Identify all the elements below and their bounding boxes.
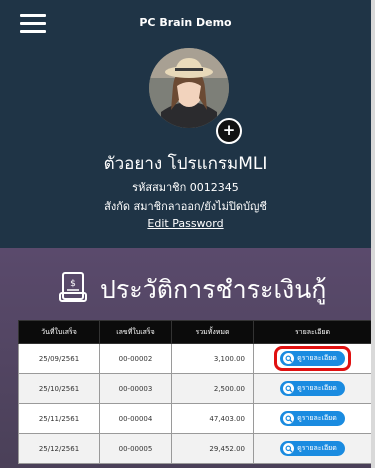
view-detail-label: ดูรายละเอียด <box>297 414 337 422</box>
table-row: 25/12/2561 00-00005 29,452.00 ดูรายละเอี… <box>18 433 371 464</box>
cell-receipt: 00-00002 <box>99 343 172 374</box>
view-detail-button[interactable]: ดูรายละเอียด <box>280 441 345 456</box>
table-header-row: วันที่ใบเสร็จ เลขที่ใบเสร็จ รวมทั้งหมด ร… <box>18 320 371 344</box>
app-title: PC Brain Demo <box>139 16 232 29</box>
highlight-box: ดูรายละเอียด <box>274 346 351 371</box>
payment-table: วันที่ใบเสร็จ เลขที่ใบเสร็จ รวมทั้งหมด ร… <box>18 320 371 464</box>
view-detail-label: ดูรายละเอียด <box>297 354 337 362</box>
search-icon <box>283 443 295 454</box>
col-header-total: รวมทั้งหมด <box>171 320 254 344</box>
cell-detail: ดูรายละเอียด <box>253 403 371 434</box>
profile-header: PC Brain Demo + ตัวอยาง โปรแกรมMLI รหัสส… <box>0 0 371 248</box>
cell-receipt: 00-00004 <box>99 403 172 434</box>
table-row: 25/10/2561 00-00003 2,500.00 ดูรายละเอีย… <box>18 373 371 404</box>
cell-detail: ดูรายละเอียด <box>253 343 371 374</box>
cell-date: 25/09/2561 <box>18 343 100 374</box>
col-header-date: วันที่ใบเสร็จ <box>18 320 100 344</box>
edit-password-link[interactable]: Edit Password <box>0 217 371 230</box>
cell-date: 25/12/2561 <box>18 433 100 464</box>
avatar <box>149 48 229 128</box>
table-row: 25/11/2561 00-00004 47,403.00 ดูรายละเอี… <box>18 403 371 434</box>
receipt-icon: $ <box>58 271 88 309</box>
cell-receipt: 00-00003 <box>99 373 172 404</box>
member-name: ตัวอยาง โปรแกรมMLI <box>103 154 268 174</box>
member-status: สังกัด สมาชิกลาออก/ยังไม่ปิดบัญชี <box>104 200 267 213</box>
member-code: รหัสสมาชิก 0012345 <box>132 181 239 194</box>
cell-total: 29,452.00 <box>171 433 254 464</box>
view-detail-button[interactable]: ดูรายละเอียด <box>280 411 345 426</box>
view-detail-label: ดูรายละเอียด <box>297 444 337 452</box>
cell-receipt: 00-00005 <box>99 433 172 464</box>
search-icon <box>283 383 295 394</box>
cell-total: 47,403.00 <box>171 403 254 434</box>
cell-total: 3,100.00 <box>171 343 254 374</box>
add-photo-button[interactable]: + <box>216 118 242 144</box>
view-detail-label: ดูรายละเอียด <box>297 384 337 392</box>
section-title: $ ประวัติการชำระเงินกู้ <box>58 270 326 310</box>
app-frame: PC Brain Demo + ตัวอยาง โปรแกรมMLI รหัสส… <box>0 0 375 468</box>
col-header-receipt: เลขที่ใบเสร็จ <box>99 320 172 344</box>
search-icon <box>283 413 295 424</box>
section-title-text: ประวัติการชำระเงินกู้ <box>100 275 327 304</box>
search-icon <box>283 353 295 364</box>
table-row: 25/09/2561 00-00002 3,100.00 ดูรายละเอีย… <box>18 343 371 374</box>
svg-text:$: $ <box>70 279 76 289</box>
col-header-detail: รายละเอียด <box>253 320 371 344</box>
cell-total: 2,500.00 <box>171 373 254 404</box>
cell-detail: ดูรายละเอียด <box>253 433 371 464</box>
cell-date: 25/10/2561 <box>18 373 100 404</box>
view-detail-button[interactable]: ดูรายละเอียด <box>280 351 345 366</box>
view-detail-button[interactable]: ดูรายละเอียด <box>280 381 345 396</box>
cell-date: 25/11/2561 <box>18 403 100 434</box>
cell-detail: ดูรายละเอียด <box>253 373 371 404</box>
